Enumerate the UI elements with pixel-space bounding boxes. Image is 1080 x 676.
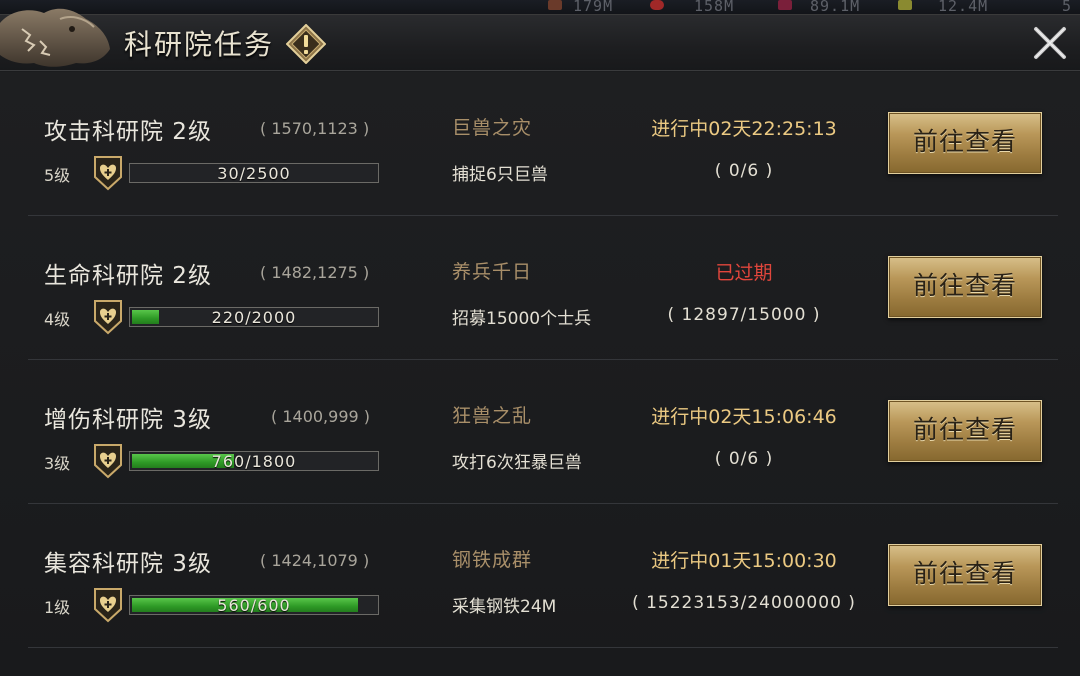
task-description: 捕捉6只巨兽 [452,165,548,185]
institute-coords[interactable]: ( 1424,1079 ) [260,551,369,570]
resource-value: 89.1M [810,0,861,15]
go-view-button-label: 前往查看 [912,559,1017,588]
task-progress: ( 0/6 ) [714,161,774,181]
go-view-button[interactable]: 前往查看 [888,400,1042,462]
task-status: 进行中01天15:00:30 [651,550,837,572]
window-titlebar: 科研院任务 [0,8,1080,71]
task-status: 已过期 [715,262,773,284]
task-progress: ( 12897/15000 ) [667,305,821,325]
heart-shield-icon [94,444,122,479]
level-progress-text: 220/2000 [211,308,297,327]
go-view-button-label: 前往查看 [912,415,1017,444]
level-progress-bar: 560/600 [129,595,379,615]
info-diamond-icon[interactable] [286,24,326,64]
institute-name: 生命科研院 2级 [44,263,212,289]
resource-icon [898,0,912,10]
window-title: 科研院任务 [124,28,275,61]
level-label: 3级 [44,454,71,473]
resource-value: 179M [573,0,614,15]
go-view-button[interactable]: 前往查看 [888,544,1042,606]
level-label: 5级 [44,166,71,185]
task-name: 巨兽之灾 [452,117,533,139]
level-label: 4级 [44,310,71,329]
go-view-button-label: 前往查看 [912,271,1017,300]
task-name: 狂兽之乱 [452,405,533,427]
resource-value: 5 [1062,0,1073,15]
resource-value: 12.4M [938,0,989,15]
dinosaur-emblem-icon [0,8,110,67]
institute-list: 攻击科研院 2级 ( 1570,1123 ) 5级 30/2500 巨兽之灾 捕… [0,72,1080,676]
go-view-button-label: 前往查看 [912,127,1017,156]
list-item: 增伤科研院 3级 ( 1400,999 ) 3级 760/1800 狂兽之乱 攻… [28,360,1058,504]
list-item: 集容科研院 3级 ( 1424,1079 ) 1级 560/600 钢铁成群 采… [28,504,1058,648]
task-progress: ( 0/6 ) [714,449,774,469]
list-item: 攻击科研院 2级 ( 1570,1123 ) 5级 30/2500 巨兽之灾 捕… [28,72,1058,216]
institute-name: 集容科研院 3级 [44,551,212,577]
resource-icon [650,0,664,10]
task-description: 招募15000个士兵 [452,309,592,329]
task-description: 采集钢铁24M [452,597,557,617]
close-icon[interactable] [1030,23,1070,63]
level-progress-bar: 220/2000 [129,307,379,327]
resource-icon [548,0,562,10]
level-progress-bar: 30/2500 [129,163,379,183]
institute-coords[interactable]: ( 1482,1275 ) [260,263,369,282]
task-status: 进行中02天15:06:46 [651,406,837,428]
go-view-button[interactable]: 前往查看 [888,256,1042,318]
list-item: 生命科研院 2级 ( 1482,1275 ) 4级 220/2000 养兵千日 … [28,216,1058,360]
resource-value: 158M [694,0,735,15]
institute-coords[interactable]: ( 1570,1123 ) [260,119,369,138]
task-description: 攻打6次狂暴巨兽 [452,453,582,473]
research-tasks-window: 科研院任务 攻击科研院 2级 ( 1570,1123 ) 5级 30/2500 … [0,8,1080,676]
level-progress-bar: 760/1800 [129,451,379,471]
task-progress: ( 15223153/24000000 ) [632,593,856,613]
level-progress-text: 560/600 [217,596,291,615]
heart-shield-icon [94,588,122,623]
resource-icon [778,0,792,10]
level-progress-text: 30/2500 [217,164,291,183]
task-name: 钢铁成群 [452,549,533,571]
institute-name: 增伤科研院 3级 [44,407,212,433]
task-name: 养兵千日 [452,261,533,283]
heart-shield-icon [94,300,122,335]
go-view-button[interactable]: 前往查看 [888,112,1042,174]
level-progress-text: 760/1800 [211,452,297,471]
heart-shield-icon [94,156,122,191]
institute-coords[interactable]: ( 1400,999 ) [271,407,370,426]
institute-name: 攻击科研院 2级 [44,119,212,145]
task-status: 进行中02天22:25:13 [651,118,837,140]
level-label: 1级 [44,598,71,617]
